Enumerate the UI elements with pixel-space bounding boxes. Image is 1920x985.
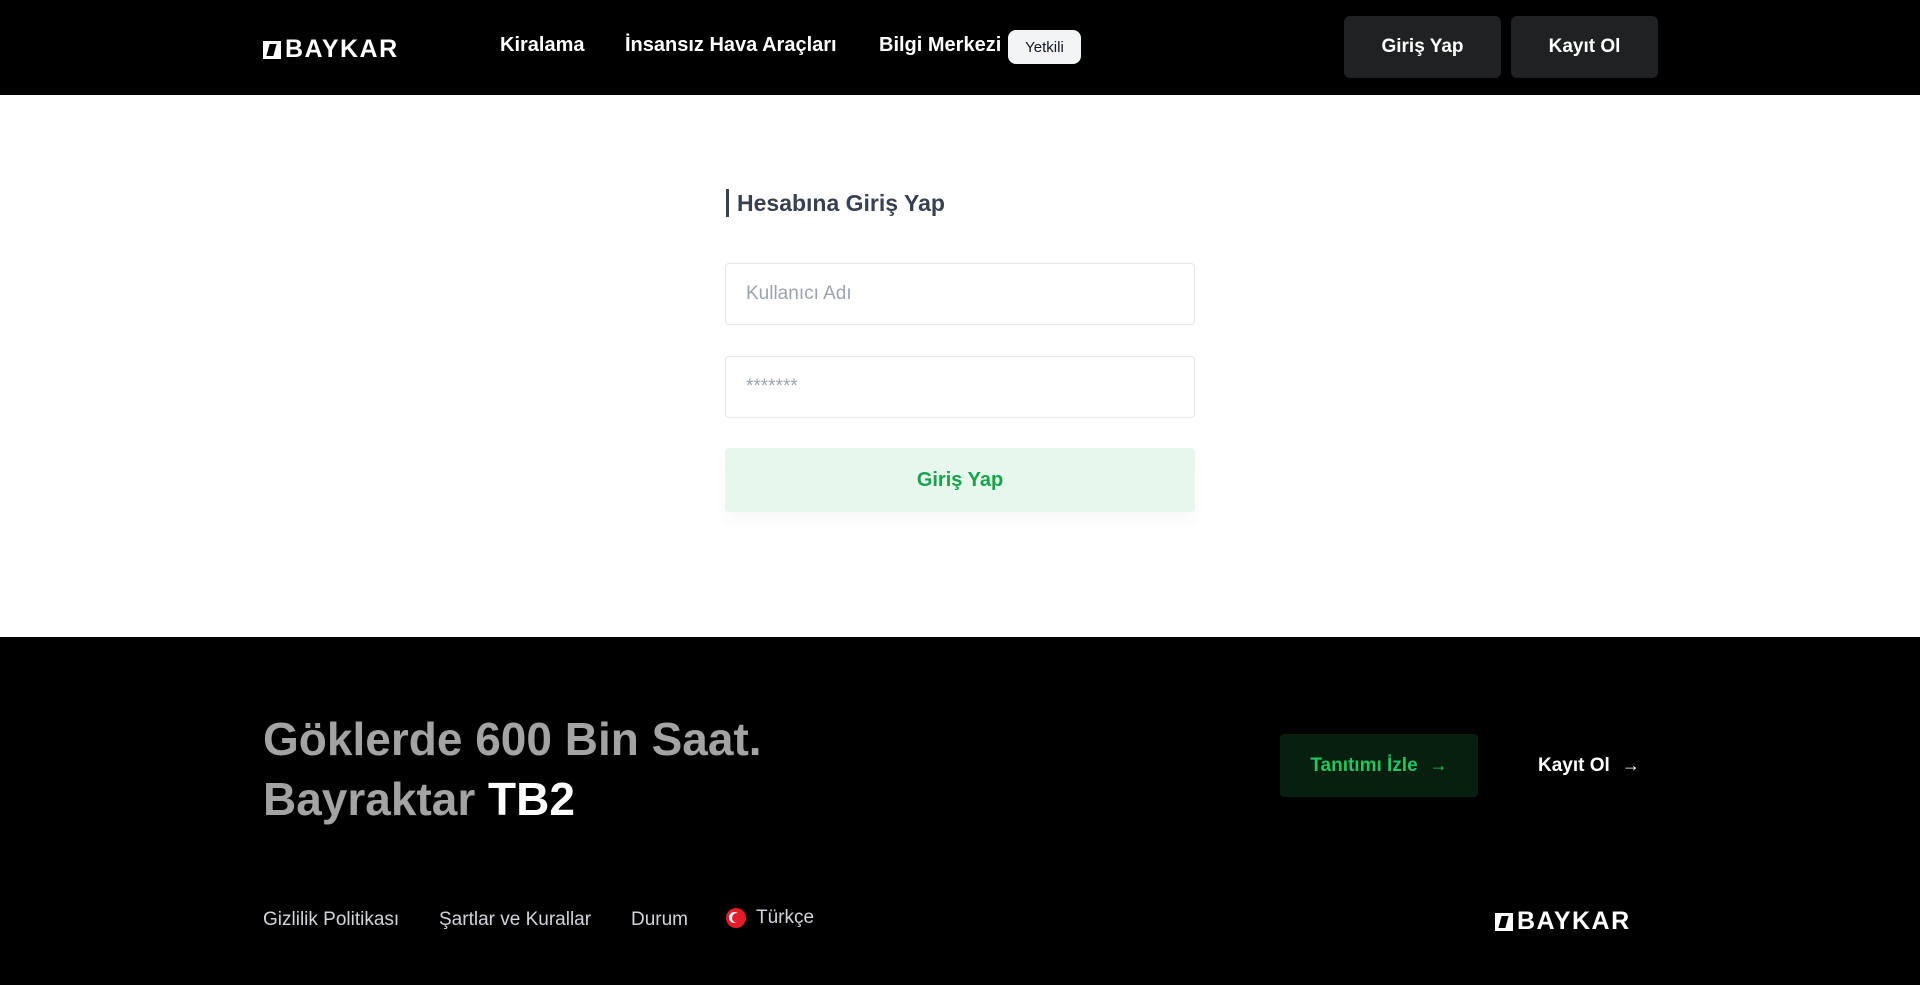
privacy-policy-link[interactable]: Gizlilik Politikası <box>263 909 399 931</box>
baykar-logo-icon <box>263 40 281 59</box>
baykar-logo-icon <box>1495 912 1513 931</box>
watch-intro-label: Tanıtımı İzle <box>1310 754 1418 776</box>
hero-line-2-prefix: Bayraktar <box>263 773 476 825</box>
hero-line-1: Göklerde 600 Bin Saat. <box>263 713 762 765</box>
login-title: Hesabına Giriş Yap <box>726 188 945 218</box>
turkey-flag-icon <box>726 908 746 928</box>
nav-link-uav[interactable]: İnsansız Hava Araçları <box>625 34 837 57</box>
logo-text: BAYKAR <box>285 35 399 63</box>
nav-link-knowledge-center[interactable]: Bilgi Merkezi <box>879 34 1001 57</box>
language-label: Türkçe <box>756 907 815 928</box>
hero-line-2: Bayraktar TB2 <box>263 769 762 829</box>
title-accent-bar <box>726 189 729 217</box>
username-input[interactable] <box>725 263 1195 325</box>
header-register-button[interactable]: Kayıt Ol <box>1511 16 1658 78</box>
footer-register-label: Kayıt Ol <box>1538 754 1610 776</box>
top-navigation-bar: BAYKAR Kiralama İnsansız Hava Araçları B… <box>0 0 1920 95</box>
header-login-button[interactable]: Giriş Yap <box>1344 16 1501 78</box>
footer-baykar-logo[interactable]: BAYKAR <box>1495 907 1631 936</box>
arrow-right-icon: → <box>1429 755 1448 775</box>
password-input[interactable] <box>725 356 1195 418</box>
watch-intro-button[interactable]: Tanıtımı İzle → <box>1280 734 1478 797</box>
terms-link[interactable]: Şartlar ve Kurallar <box>439 909 591 931</box>
login-submit-button[interactable]: Giriş Yap <box>725 448 1195 512</box>
footer-register-link[interactable]: Kayıt Ol → <box>1538 734 1640 797</box>
nav-link-rent[interactable]: Kiralama <box>500 34 585 57</box>
baykar-logo[interactable]: BAYKAR <box>263 35 399 64</box>
hero-line-2-model: TB2 <box>488 773 575 825</box>
login-title-text: Hesabına Giriş Yap <box>737 189 945 216</box>
footer: Göklerde 600 Bin Saat. Bayraktar TB2 Tan… <box>0 637 1920 985</box>
arrow-right-icon: → <box>1621 755 1640 775</box>
footer-hero-text: Göklerde 600 Bin Saat. Bayraktar TB2 <box>263 709 762 829</box>
authorized-badge: Yetkili <box>1008 30 1081 64</box>
status-link[interactable]: Durum <box>631 909 688 931</box>
language-selector[interactable]: Türkçe <box>726 907 814 929</box>
footer-logo-text: BAYKAR <box>1517 907 1631 935</box>
